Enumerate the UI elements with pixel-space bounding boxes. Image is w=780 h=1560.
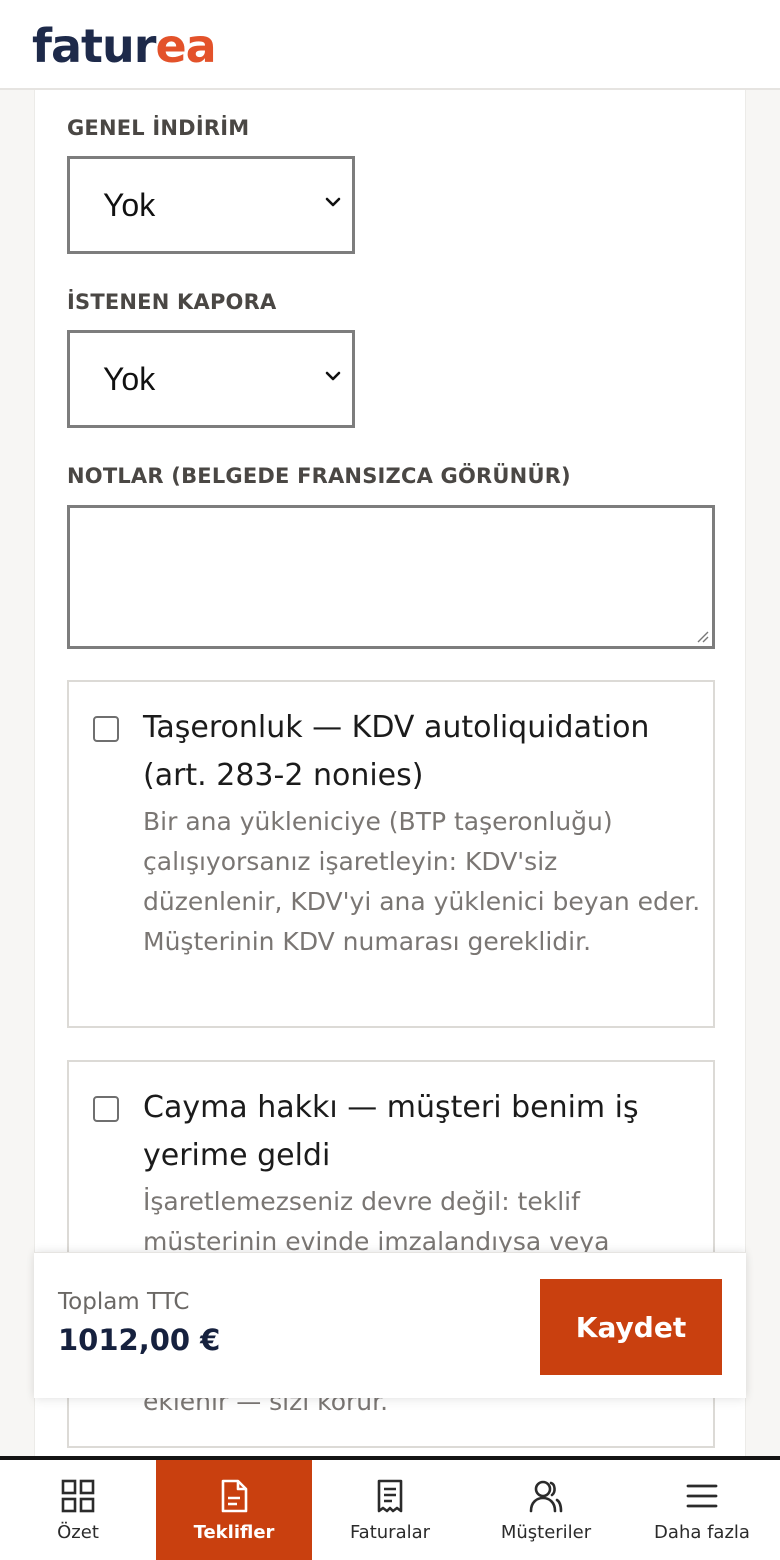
subcontracting-option: Taşeronluk — KDV autoliquidation (art. 2… <box>67 680 715 1028</box>
subcontracting-title: Taşeronluk — KDV autoliquidation (art. 2… <box>143 710 650 793</box>
nav-item-more[interactable]: Daha fazla <box>624 1460 780 1560</box>
chevron-down-icon <box>325 371 341 381</box>
deposit-select[interactable]: Yok <box>67 330 355 428</box>
total-save-bar: Toplam TTC 1012,00 € Kaydet <box>34 1252 746 1398</box>
subcontracting-description: Bir ana yükleniciye (BTP taşeronluğu) ça… <box>143 807 701 956</box>
nav-item-invoices[interactable]: Faturalar <box>312 1460 468 1560</box>
notes-textarea[interactable] <box>67 505 715 649</box>
discount-label: GENEL İNDİRİM <box>67 116 250 140</box>
nav-item-customers[interactable]: Müşteriler <box>468 1460 624 1560</box>
menu-icon <box>686 1484 718 1508</box>
nav-label: Daha fazla <box>654 1522 750 1543</box>
withdrawal-right-description: İşaretlemezseniz devre değil: teklif müs… <box>143 1187 610 1256</box>
deposit-select-value: Yok <box>103 361 156 397</box>
subcontracting-checkbox[interactable] <box>93 716 119 742</box>
withdrawal-right-title: Cayma hakkı — müşteri benim iş yerime ge… <box>143 1090 639 1173</box>
nav-item-quotes[interactable]: Teklifler <box>156 1460 312 1560</box>
save-button[interactable]: Kaydet <box>540 1279 722 1375</box>
nav-label: Faturalar <box>349 1522 431 1543</box>
total-value: 1012,00 € <box>58 1323 221 1357</box>
notes-label: NOTLAR (BELGEDE FRANSIZCA GÖRÜNÜR) <box>67 464 571 488</box>
nav-label: Müşteriler <box>500 1522 592 1543</box>
grid-icon <box>61 1479 95 1513</box>
nav-label: Teklifler <box>193 1522 275 1543</box>
document-icon <box>221 1479 248 1513</box>
app-header: faturea <box>0 0 780 90</box>
discount-select[interactable]: Yok <box>67 156 355 254</box>
total-label: Toplam TTC <box>58 1289 190 1315</box>
nav-item-overview[interactable]: Özet <box>0 1460 156 1560</box>
resize-grip-icon <box>697 631 709 643</box>
receipt-icon <box>377 1479 403 1513</box>
deposit-label: İSTENEN KAPORA <box>67 290 277 314</box>
users-icon <box>529 1480 563 1513</box>
bottom-nav: Özet Teklifler Faturalar Müşteriler Daha… <box>0 1456 780 1560</box>
nav-label: Özet <box>57 1522 99 1543</box>
withdrawal-right-checkbox[interactable] <box>93 1096 119 1122</box>
faturea-logo[interactable]: faturea <box>32 18 217 74</box>
discount-select-value: Yok <box>103 187 156 223</box>
chevron-down-icon <box>325 197 341 207</box>
